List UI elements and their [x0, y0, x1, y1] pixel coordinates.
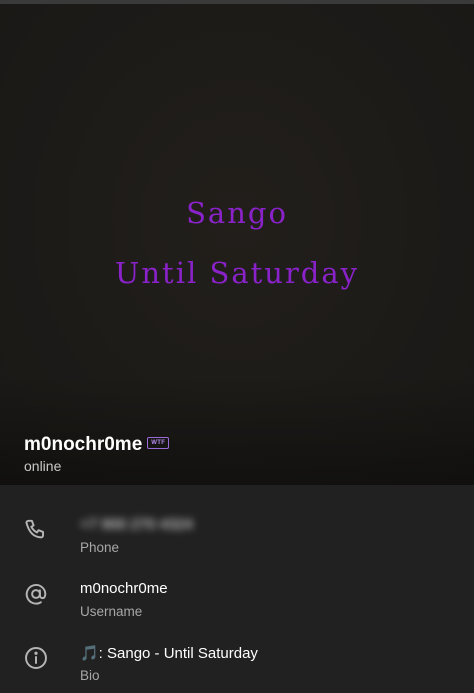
phone-icon	[25, 519, 45, 539]
at-sign-icon	[25, 584, 47, 605]
bio-value: 🎵: Sango - Until Saturday	[80, 645, 258, 662]
bio-row[interactable]: 🎵: Sango - Until Saturday Bio	[0, 623, 474, 687]
profile-cover[interactable]: Sango Until Saturday	[0, 4, 474, 485]
bio-label: Bio	[80, 668, 100, 683]
info-icon	[25, 647, 47, 669]
cover-gradient-shade	[0, 375, 474, 485]
cover-artist-text: Sango	[186, 196, 288, 230]
cover-title-text: Until Saturday	[114, 256, 360, 290]
profile-name: m0nochr0me	[24, 434, 143, 455]
online-status: online	[24, 458, 62, 474]
username-value: m0nochr0me	[80, 580, 168, 597]
custom-badge: WTF	[147, 437, 170, 449]
profile-info-section: +7 900 270 4324 Phone m0nochr0me Usernam…	[0, 485, 474, 693]
phone-row[interactable]: +7 900 270 4324 Phone	[0, 495, 474, 559]
phone-label: Phone	[80, 540, 120, 555]
profile-name-row: m0nochr0me WTF	[24, 434, 170, 456]
username-label: Username	[80, 604, 143, 619]
username-row[interactable]: m0nochr0me Username	[0, 559, 474, 623]
phone-number: +7 900 270 4324	[80, 516, 194, 533]
